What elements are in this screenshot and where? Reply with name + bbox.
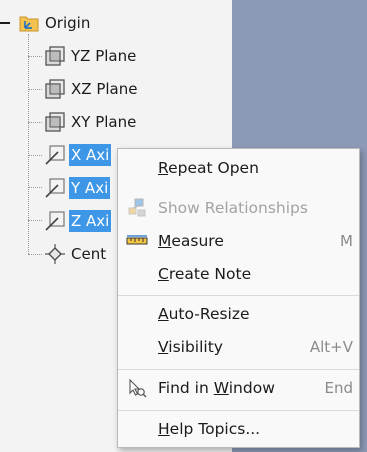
- tree-connector-line: [28, 254, 42, 255]
- menu-item-auto-resize[interactable]: Auto-Resize: [118, 299, 359, 329]
- menu-item-create-note[interactable]: Create Note: [118, 259, 359, 289]
- tree-node-xy-plane[interactable]: XY Plane: [44, 109, 138, 135]
- menu-item-help-topics[interactable]: Help Topics...: [118, 414, 359, 444]
- menu-separator: [118, 295, 359, 296]
- tree-node-label: Z Axi: [69, 210, 112, 232]
- menu-item-repeat-open[interactable]: Repeat Open: [118, 153, 359, 183]
- tree-node-label: X Axi: [69, 144, 112, 166]
- menu-separator: [118, 369, 359, 370]
- menu-separator: [118, 410, 359, 411]
- tree-node-center-point[interactable]: Cent: [44, 241, 108, 267]
- menu-item-label: Visibility: [158, 338, 223, 356]
- collapse-toggle[interactable]: [0, 22, 10, 24]
- tree-node-yz-plane[interactable]: YZ Plane: [44, 43, 138, 69]
- menu-item-label: Show Relationships: [158, 199, 308, 217]
- work-plane-icon: [44, 78, 66, 100]
- tree-connector-line: [28, 89, 42, 90]
- tree-node-label: XY Plane: [71, 113, 137, 131]
- tree-node-label: Y Axi: [69, 177, 111, 199]
- tree-node-label: Origin: [45, 14, 91, 32]
- tree-node-label: Cent: [71, 245, 107, 263]
- menu-item-visibility[interactable]: Visibility Alt+V: [118, 332, 359, 362]
- tree-node-x-axis[interactable]: X Axi: [44, 142, 112, 168]
- work-axis-icon: [44, 177, 66, 199]
- menu-item-label: Auto-Resize: [158, 305, 250, 323]
- find-cursor-icon: [126, 377, 148, 399]
- origin-folder-icon: [18, 12, 40, 34]
- context-menu: Repeat Open Show Relationships Measure M…: [117, 148, 360, 448]
- menu-item-label: Create Note: [158, 265, 252, 283]
- work-axis-icon: [44, 210, 66, 232]
- menu-item-measure[interactable]: Measure M: [118, 226, 359, 256]
- menu-item-label: Repeat Open: [158, 159, 259, 177]
- tree-node-xz-plane[interactable]: XZ Plane: [44, 76, 139, 102]
- menu-item-shortcut: End: [324, 379, 353, 397]
- work-plane-icon: [44, 45, 66, 67]
- tree-node-label: YZ Plane: [71, 47, 137, 65]
- tree-connector-line: [28, 56, 42, 57]
- menu-item-label: Measure: [158, 232, 224, 250]
- work-point-icon: [44, 243, 66, 265]
- work-axis-icon: [44, 144, 66, 166]
- tree-connector-line: [28, 220, 42, 221]
- tree-connector-line: [28, 187, 42, 188]
- menu-item-label: Help Topics...: [158, 420, 261, 438]
- tree-connector-line: [28, 155, 42, 156]
- menu-item-show-relationships: Show Relationships: [118, 193, 359, 223]
- tree-node-z-axis[interactable]: Z Axi: [44, 208, 112, 234]
- tree-connector-line: [28, 34, 29, 254]
- tree-node-origin[interactable]: Origin: [18, 10, 92, 36]
- ruler-icon: [126, 230, 148, 252]
- tree-connector-line: [28, 122, 42, 123]
- menu-item-find-in-window[interactable]: Find in Window End: [118, 373, 359, 403]
- menu-item-label: Find in Window: [158, 379, 275, 397]
- tree-node-y-axis[interactable]: Y Axi: [44, 175, 111, 201]
- relationships-icon: [126, 197, 148, 219]
- tree-node-label: XZ Plane: [71, 80, 138, 98]
- work-plane-icon: [44, 111, 66, 133]
- menu-item-shortcut: Alt+V: [309, 338, 353, 356]
- menu-item-shortcut: M: [340, 232, 353, 250]
